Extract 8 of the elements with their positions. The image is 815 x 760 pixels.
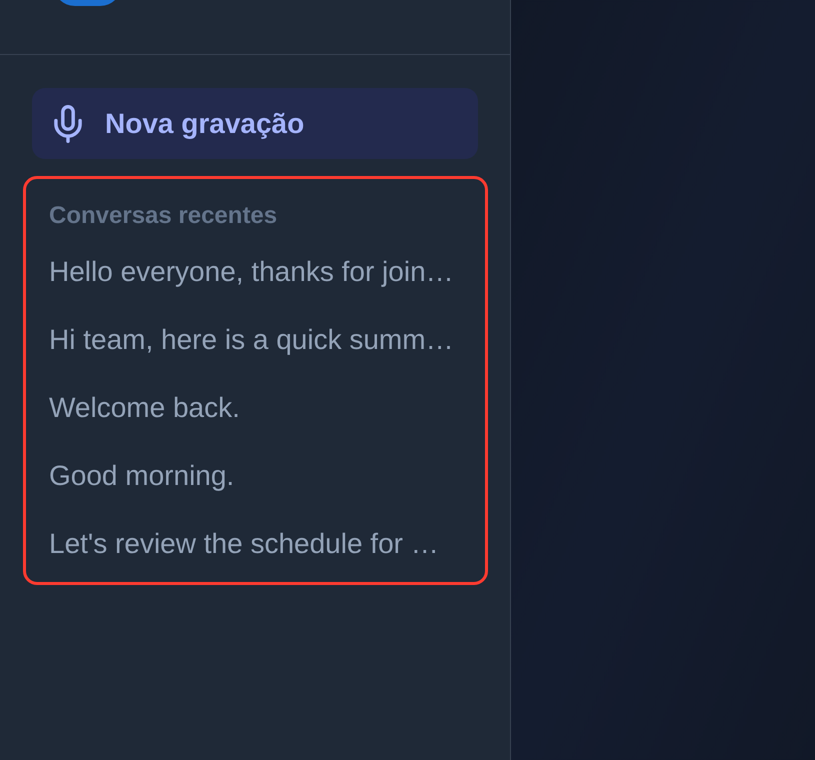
microphone-icon: [54, 104, 82, 142]
conversation-item[interactable]: Hi team, here is a quick summ…: [49, 323, 454, 357]
conversation-item[interactable]: Hello everyone, thanks for join…: [49, 255, 454, 289]
conversation-item[interactable]: Good morning.: [49, 459, 234, 493]
new-recording-button[interactable]: Nova gravação: [32, 88, 478, 159]
section-heading: Conversas recentes: [49, 201, 278, 231]
conversation-item[interactable]: Let's review the schedule for …: [49, 527, 439, 561]
conversation-item[interactable]: Welcome back.: [49, 391, 240, 425]
